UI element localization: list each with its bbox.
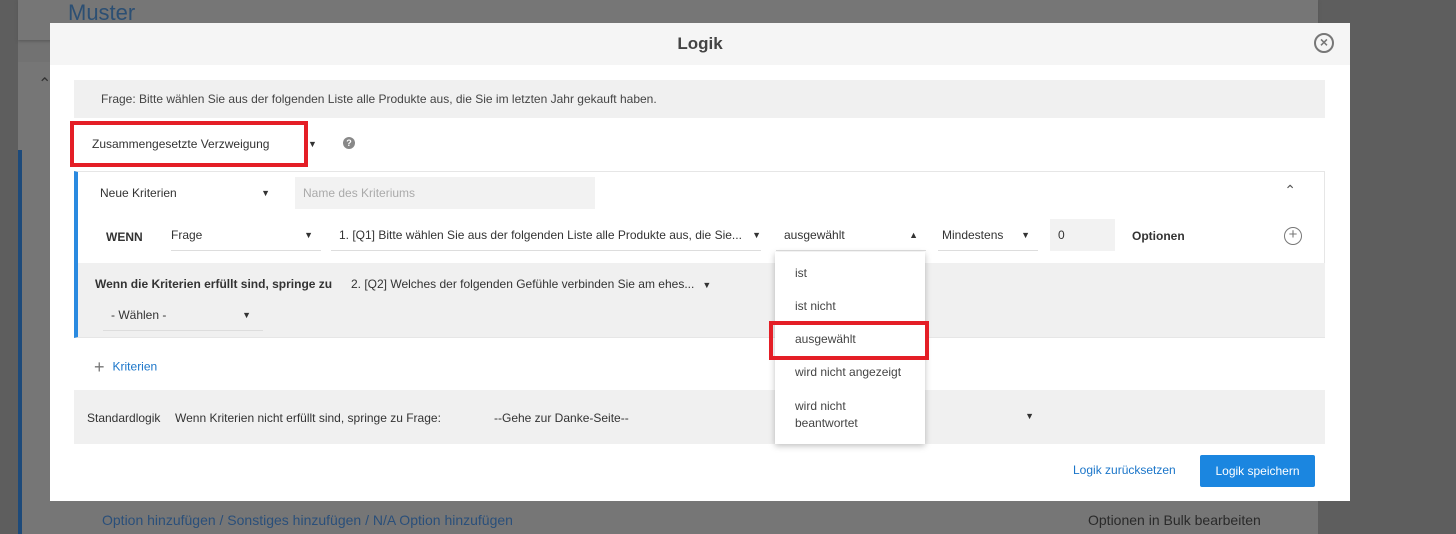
operator-value: ausgewählt: [784, 228, 845, 242]
default-logic-row: Standardlogik Wenn Kriterien nicht erfül…: [74, 390, 1325, 444]
question-value: 1. [Q1] Bitte wählen Sie aus der folgend…: [339, 228, 742, 242]
question-select[interactable]: 1. [Q1] Bitte wählen Sie aus der folgend…: [331, 219, 761, 251]
chevron-up-icon[interactable]: ⌃: [1284, 182, 1296, 199]
operator-option[interactable]: wird nicht beantwortet: [795, 398, 895, 432]
logic-modal: Logik × Frage: Bitte wählen Sie aus der …: [50, 23, 1350, 501]
chevron-down-icon: ▼: [1021, 230, 1030, 240]
criteria-block: Neue Kriterien ▼ Name des Kriteriums ⌃ WE…: [74, 171, 1325, 338]
criteria-name-input[interactable]: Name des Kriteriums: [295, 177, 595, 209]
count-input[interactable]: 0: [1050, 219, 1115, 251]
jump-target-value: 2. [Q2] Welches der folgenden Gefühle ve…: [351, 277, 695, 291]
source-value: Frage: [171, 228, 203, 242]
default-logic-value: --Gehe zur Danke-Seite--: [494, 411, 629, 425]
default-logic-text: Wenn Kriterien nicht erfüllt sind, sprin…: [175, 411, 441, 425]
add-criteria-button[interactable]: + Kriterien: [94, 357, 157, 378]
jump-target-select[interactable]: 2. [Q2] Welches der folgenden Gefühle ve…: [351, 277, 721, 291]
operator-option[interactable]: wird nicht angezeigt: [795, 365, 901, 379]
default-logic-label: Standardlogik: [87, 411, 161, 425]
close-icon[interactable]: ×: [1314, 33, 1334, 53]
if-label: WENN: [106, 230, 143, 244]
criteria-name-select[interactable]: Neue Kriterien ▼: [100, 177, 270, 209]
quantifier-value: Mindestens: [942, 228, 1004, 242]
chevron-down-icon: ▼: [752, 230, 761, 240]
operator-dropdown: ist ist nicht ausgewählt wird nicht ange…: [769, 252, 929, 444]
chevron-up-icon: ▲: [909, 230, 918, 240]
bulk-edit-link[interactable]: Optionen in Bulk bearbeiten: [1088, 512, 1261, 528]
quantifier-select[interactable]: Mindestens ▼: [938, 219, 1038, 251]
chevron-down-icon: ▼: [242, 310, 251, 320]
modal-header: Logik: [50, 23, 1350, 65]
options-label[interactable]: Optionen: [1132, 229, 1185, 243]
criteria-name-value: Neue Kriterien: [100, 186, 177, 200]
reset-logic-link[interactable]: Logik zurücksetzen: [1073, 463, 1176, 477]
operator-select[interactable]: ausgewählt ▲: [776, 219, 926, 251]
modal-title: Logik: [677, 34, 723, 53]
jump-choose-value: - Wählen -: [111, 308, 167, 322]
add-criteria-label: Kriterien: [112, 359, 158, 374]
plus-icon: +: [94, 357, 105, 377]
add-option-links[interactable]: Option hinzufügen / Sonstiges hinzufügen…: [102, 512, 513, 528]
jump-section: Wenn die Kriterien erfüllt sind, springe…: [78, 263, 1325, 337]
question-text: Frage: Bitte wählen Sie aus der folgende…: [74, 80, 1325, 118]
help-icon[interactable]: ?: [343, 137, 355, 149]
jump-choose-select[interactable]: - Wählen - ▼: [103, 299, 263, 331]
chevron-down-icon: ▼: [702, 280, 712, 290]
operator-option-selected[interactable]: ausgewählt: [795, 332, 856, 346]
background-accent-bar: [18, 150, 22, 534]
chevron-down-icon[interactable]: ▼: [308, 139, 317, 149]
chevron-down-icon: ▼: [261, 188, 270, 198]
default-logic-select[interactable]: --Gehe zur Danke-Seite-- ▼: [494, 411, 1034, 425]
chevron-down-icon: ▼: [1025, 411, 1034, 421]
operator-option[interactable]: ist nicht: [795, 299, 836, 313]
save-logic-button[interactable]: Logik speichern: [1200, 455, 1315, 487]
logic-type-select[interactable]: Zusammengesetzte Verzweigung: [70, 121, 308, 167]
jump-label: Wenn die Kriterien erfüllt sind, springe…: [95, 277, 333, 291]
operator-option[interactable]: ist: [795, 266, 807, 280]
logic-type-value: Zusammengesetzte Verzweigung: [92, 137, 270, 151]
add-condition-icon[interactable]: +: [1284, 227, 1302, 245]
chevron-down-icon: ▼: [304, 230, 313, 240]
source-select[interactable]: Frage ▼: [171, 219, 321, 251]
